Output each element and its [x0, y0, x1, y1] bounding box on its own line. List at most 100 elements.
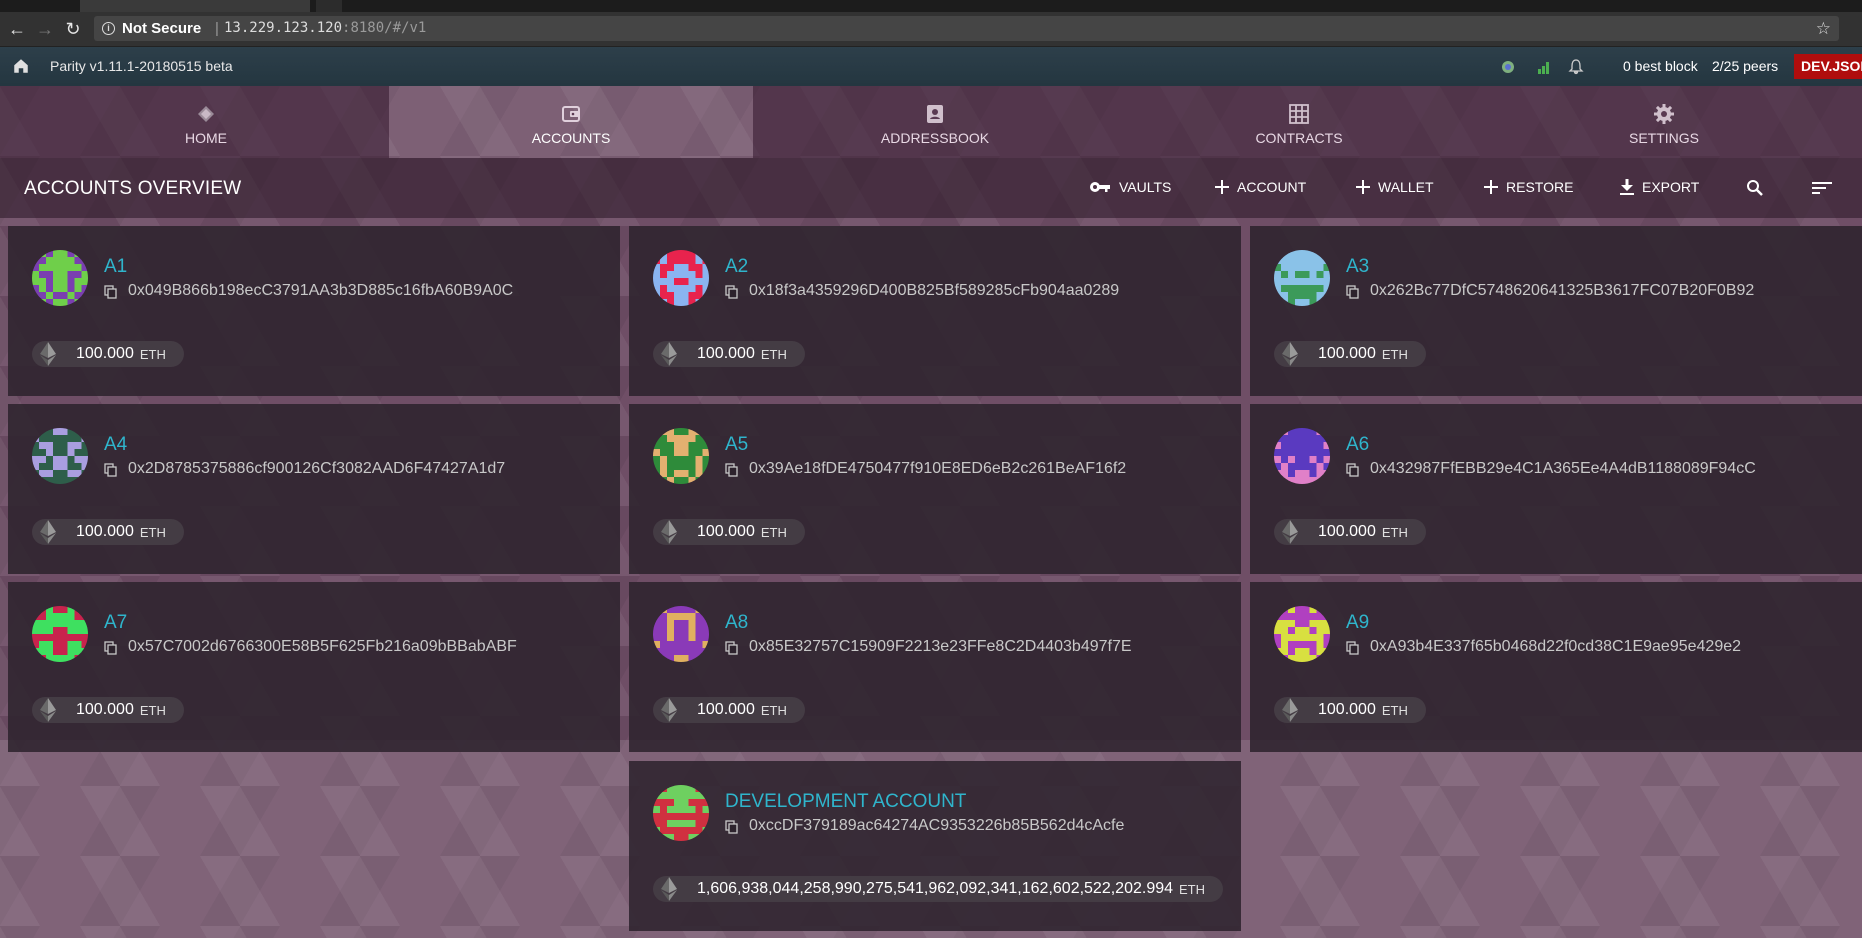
- bell-icon[interactable]: [1568, 59, 1584, 75]
- account-address: 0x18f3a4359296D400B825Bf589285cFb904aa02…: [749, 282, 1120, 299]
- account-card[interactable]: A3 0x262Bc77DfC5748620641325B3617FC07B20F…: [1250, 226, 1862, 396]
- account-card[interactable]: A4 0x2D8785375886cf900126Cf3082AAD6F47427…: [8, 404, 620, 574]
- security-label: Not Secure: [122, 20, 202, 37]
- balance-unit: ETH: [1381, 702, 1408, 718]
- account-balance: 100.000 ETH: [1274, 341, 1426, 367]
- tab-label: SETTINGS: [1628, 130, 1699, 146]
- best-block-label: 0 best block: [1623, 58, 1698, 74]
- account-name[interactable]: DEVELOPMENT ACCOUNT: [725, 791, 966, 813]
- copy-icon[interactable]: [725, 463, 739, 477]
- account-identicon: [653, 428, 709, 484]
- account-address: 0x049B866b198ecC3791AA3b3D885c16fbA60B9A…: [128, 282, 514, 299]
- account-card[interactable]: A7 0x57C7002d6766300E58B5F625Fb216a09bBBa…: [8, 582, 620, 752]
- account-name[interactable]: A5: [725, 434, 748, 456]
- export-button[interactable]: EXPORT: [1620, 179, 1699, 195]
- balance-unit: ETH: [139, 702, 166, 718]
- tab-addressbook[interactable]: ADDRESSBOOK: [753, 86, 1117, 158]
- account-name[interactable]: A9: [1346, 612, 1369, 634]
- account-name[interactable]: A6: [1346, 434, 1369, 456]
- parity-status-bar: Parity v1.11.1-20180515 beta 0 best bloc…: [0, 47, 1862, 86]
- copy-icon[interactable]: [104, 463, 118, 477]
- back-arrow-icon[interactable]: ←: [6, 18, 28, 40]
- sort-icon[interactable]: [1812, 181, 1832, 195]
- account-name[interactable]: A1: [104, 256, 127, 278]
- balance-value: 100.000: [1318, 345, 1376, 362]
- add-account-button[interactable]: ACCOUNT: [1215, 179, 1306, 195]
- tab-label: HOME: [185, 130, 227, 146]
- account-balance: 100.000 ETH: [32, 697, 184, 723]
- copy-icon[interactable]: [1346, 463, 1360, 477]
- restore-label: RESTORE: [1506, 179, 1574, 195]
- ethereum-icon: [1282, 698, 1298, 722]
- account-identicon: [1274, 606, 1330, 662]
- info-icon[interactable]: i: [102, 22, 115, 35]
- balance-value: 100.000: [1318, 701, 1376, 718]
- account-name[interactable]: A8: [725, 612, 748, 634]
- signer-icon[interactable]: [1500, 59, 1516, 75]
- account-balance: 100.000 ETH: [653, 697, 805, 723]
- copy-icon[interactable]: [725, 285, 739, 299]
- ethereum-icon: [661, 698, 677, 722]
- account-name[interactable]: A7: [104, 612, 127, 634]
- copy-icon[interactable]: [725, 641, 739, 655]
- account-card[interactable]: A2 0x18f3a4359296D400B825Bf589285cFb904aa…: [629, 226, 1241, 396]
- account-address: 0x39Ae18fDE4750477f910E8ED6eB2c261BeAF16…: [749, 460, 1127, 477]
- account-balance: 100.000 ETH: [32, 341, 184, 367]
- balance-unit: ETH: [1381, 346, 1408, 362]
- account-name[interactable]: A3: [1346, 256, 1369, 278]
- add-wallet-button[interactable]: WALLET: [1356, 179, 1434, 195]
- forward-arrow-icon[interactable]: →: [34, 18, 56, 40]
- account-address: 0x57C7002d6766300E58B5F625Fb216a09bBBabA…: [128, 638, 517, 655]
- account-identicon: [1274, 250, 1330, 306]
- account-name[interactable]: A2: [725, 256, 748, 278]
- accounts-overview-bar: ACCOUNTS OVERVIEW VAULTS ACCOUNT WALLET …: [0, 158, 1862, 218]
- balance-value: 100.000: [76, 701, 134, 718]
- download-icon: [1620, 179, 1634, 195]
- restore-button[interactable]: RESTORE: [1484, 179, 1573, 195]
- account-card[interactable]: A5 0x39Ae18fDE4750477f910E8ED6eB2c261BeAF…: [629, 404, 1241, 574]
- account-address: 0x85E32757C15909F2213e23FFe8C2D4403b497f…: [749, 638, 1132, 655]
- main-tabs: HOME ACCOUNTS ADDRESSBOOK CONTRACTS SETT…: [0, 86, 1862, 158]
- contact-card-icon: [927, 105, 943, 123]
- account-balance: 100.000 ETH: [32, 519, 184, 545]
- copy-icon[interactable]: [104, 641, 118, 655]
- copy-icon[interactable]: [725, 820, 739, 834]
- wallet-icon: [562, 106, 580, 122]
- new-tab-button[interactable]: [316, 0, 342, 12]
- ethereum-icon: [40, 520, 56, 544]
- ethereum-icon: [1282, 520, 1298, 544]
- tab-contracts[interactable]: CONTRACTS: [1117, 86, 1481, 158]
- account-card[interactable]: A1 0x049B866b198ecC3791AA3b3D885c16fbA60B…: [8, 226, 620, 396]
- account-identicon: [1274, 428, 1330, 484]
- version-label: Parity v1.11.1-20180515 beta: [50, 58, 233, 74]
- account-card[interactable]: A8 0x85E32757C15909F2213e23FFe8C2D4403b49…: [629, 582, 1241, 752]
- tab-settings[interactable]: SETTINGS: [1482, 86, 1846, 158]
- ethereum-icon: [40, 698, 56, 722]
- account-identicon: [653, 785, 709, 841]
- copy-icon[interactable]: [104, 285, 118, 299]
- tab-accounts[interactable]: ACCOUNTS: [389, 86, 753, 158]
- account-card[interactable]: DEVELOPMENT ACCOUNT 0xccDF379189ac64274AC…: [629, 761, 1241, 931]
- tab-label: ACCOUNTS: [531, 130, 611, 146]
- reload-icon[interactable]: ↻: [62, 18, 84, 40]
- address-bar[interactable]: i Not Secure | 13.229.123.120:8180/#/v1 …: [94, 16, 1839, 41]
- account-label: ACCOUNT: [1237, 179, 1307, 195]
- home-icon[interactable]: [12, 57, 30, 75]
- account-name[interactable]: A4: [104, 434, 127, 456]
- plus-icon: [1215, 180, 1229, 194]
- account-address: 0x2D8785375886cf900126Cf3082AAD6F47427A1…: [128, 460, 506, 477]
- account-card[interactable]: A9 0xA93b4E337f65b0468d22f0cd38C1E9ae95e4…: [1250, 582, 1862, 752]
- balance-unit: ETH: [760, 346, 787, 362]
- account-address: 0x262Bc77DfC5748620641325B3617FC07B20F0B…: [1370, 282, 1755, 299]
- bookmark-star-icon[interactable]: ☆: [1816, 16, 1831, 41]
- account-identicon: [653, 606, 709, 662]
- tab-home[interactable]: HOME: [24, 86, 388, 158]
- page-title: ACCOUNTS OVERVIEW: [24, 178, 242, 199]
- vaults-button[interactable]: VAULTS: [1089, 179, 1171, 195]
- copy-icon[interactable]: [1346, 285, 1360, 299]
- browser-tab[interactable]: [80, 0, 310, 12]
- search-icon[interactable]: [1746, 179, 1764, 197]
- copy-icon[interactable]: [1346, 641, 1360, 655]
- balance-value: 100.000: [76, 523, 134, 540]
- account-card[interactable]: A6 0x432987FfEBB29e4C1A365Ee4A4dB1188089F…: [1250, 404, 1862, 574]
